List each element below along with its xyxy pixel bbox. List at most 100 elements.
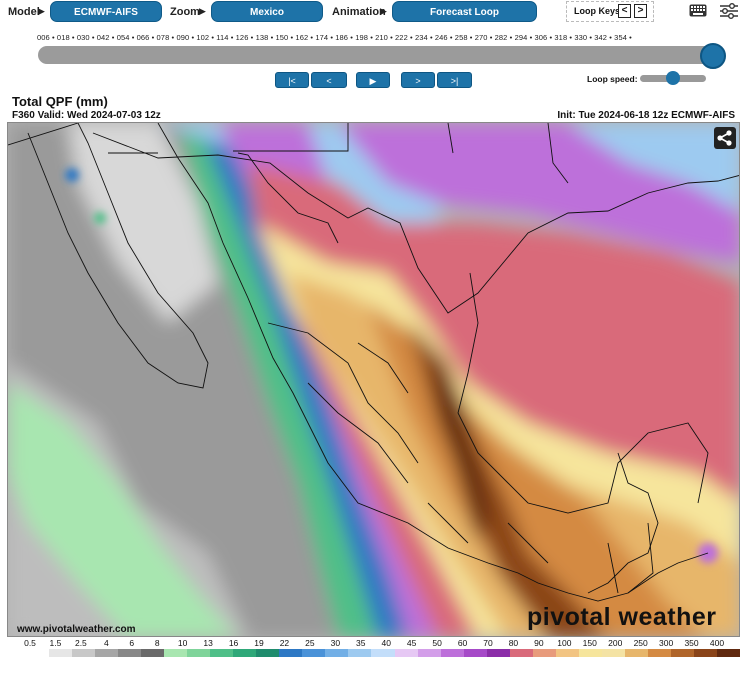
legend-swatch — [26, 649, 50, 657]
forecast-hour-tick[interactable]: 198 — [355, 33, 368, 42]
forecast-hour-tick[interactable]: 210 — [375, 33, 388, 42]
legend-label: 90 — [534, 638, 544, 648]
sliders-icon[interactable] — [719, 2, 739, 20]
legend-swatch — [187, 649, 211, 657]
forecast-hour-tick[interactable]: 042 — [97, 33, 110, 42]
forecast-hour-tick[interactable]: 318 — [554, 33, 567, 42]
legend-swatch — [141, 649, 165, 657]
init-time: Init: Tue 2024-06-18 12z ECMWF-AIFS — [557, 110, 735, 121]
tick-separator: • — [129, 33, 137, 42]
loop-speed-label: Loop speed: — [587, 74, 638, 84]
forecast-hour-tick[interactable]: 138 — [256, 33, 269, 42]
zoom-label: Zoom — [170, 6, 200, 18]
forecast-hour-tick[interactable]: 150 — [276, 33, 289, 42]
tick-separator: • — [268, 33, 276, 42]
forecast-hour-tick[interactable]: 174 — [315, 33, 328, 42]
last-frame-button[interactable]: >| — [437, 72, 472, 88]
loop-key-prev[interactable]: < — [618, 4, 631, 18]
watermark-logo: pivotal weather — [527, 603, 717, 631]
forecast-hour-ticks[interactable]: 006 • 018 • 030 • 042 • 054 • 066 • 078 … — [37, 33, 632, 42]
legend-label: 13 — [203, 638, 213, 648]
play-button[interactable]: ▶ — [356, 72, 390, 88]
forecast-hour-tick[interactable]: 234 — [415, 33, 428, 42]
first-frame-button[interactable]: |< — [275, 72, 309, 88]
loop-speed-slider-handle[interactable] — [666, 71, 680, 85]
forecast-hour-tick[interactable]: 006 — [37, 33, 50, 42]
forecast-hour-tick[interactable]: 186 — [335, 33, 348, 42]
website-link[interactable]: www.pivotalweather.com — [17, 624, 136, 635]
tick-separator: • — [467, 33, 475, 42]
legend-swatch — [509, 649, 533, 657]
forecast-hour-tick[interactable]: 126 — [236, 33, 249, 42]
legend-label: 19 — [254, 638, 264, 648]
forecast-hour-tick[interactable]: 294 — [515, 33, 528, 42]
legend-swatch — [210, 649, 234, 657]
forecast-hour-tick[interactable]: 282 — [495, 33, 508, 42]
forecast-hour-tick[interactable]: 102 — [196, 33, 209, 42]
forecast-hour-tick[interactable]: 342 — [594, 33, 607, 42]
animation-label: Animation — [332, 6, 386, 18]
forecast-hour-tick[interactable]: 030 — [77, 33, 90, 42]
forecast-hour-tick[interactable]: 078 — [157, 33, 170, 42]
model-label: Model — [8, 6, 40, 18]
prev-frame-button[interactable]: < — [311, 72, 347, 88]
legend-label: 1.5 — [49, 638, 62, 648]
share-button[interactable] — [714, 127, 736, 149]
legend-swatch — [72, 649, 96, 657]
forecast-hour-tick[interactable]: 222 — [395, 33, 408, 42]
forecast-hour-tick[interactable]: 054 — [117, 33, 130, 42]
next-frame-button[interactable]: > — [401, 72, 435, 88]
tick-separator: • — [407, 33, 415, 42]
forecast-hour-tick[interactable]: 270 — [475, 33, 488, 42]
model-select-button[interactable]: ECMWF-AIFS — [50, 1, 162, 22]
loop-keys-label: Loop Keys: — [574, 6, 624, 16]
legend-label: 35 — [356, 638, 366, 648]
legend-label: 25 — [305, 638, 315, 648]
legend-swatch — [693, 649, 717, 657]
legend-swatch — [256, 649, 280, 657]
tick-separator: • — [387, 33, 396, 42]
legend-swatch — [601, 649, 625, 657]
timeline-slider-handle[interactable] — [700, 43, 726, 69]
forecast-hour-tick[interactable]: 330 — [574, 33, 587, 42]
zoom-select-button[interactable]: Mexico — [211, 1, 323, 22]
legend-swatch — [647, 649, 671, 657]
loop-key-next[interactable]: > — [634, 4, 647, 18]
tick-separator: • — [507, 33, 515, 42]
tick-separator: • — [228, 33, 236, 42]
forecast-hour-tick[interactable]: 162 — [295, 33, 308, 42]
tick-separator: • — [248, 33, 256, 42]
tick-separator: • — [109, 33, 117, 42]
legend-swatch — [486, 649, 510, 657]
legend-label: 350 — [684, 638, 699, 648]
model-arrow-icon: ▶ — [38, 6, 45, 16]
legend-label: 16 — [228, 638, 239, 648]
timeline-slider-track[interactable] — [38, 46, 724, 64]
legend-swatch — [624, 649, 648, 657]
map-title: Total QPF (mm) — [12, 94, 108, 109]
legend-swatch — [95, 649, 119, 657]
forecast-hour-tick[interactable]: 246 — [435, 33, 448, 42]
legend-label: 200 — [608, 638, 623, 648]
tick-separator: • — [69, 33, 77, 42]
legend-label: 22 — [279, 638, 290, 648]
forecast-hour-tick[interactable]: 090 — [176, 33, 189, 42]
tick-separator: • — [89, 33, 97, 42]
forecast-hour-tick[interactable]: 018 — [57, 33, 70, 42]
animation-select-button[interactable]: Forecast Loop — [392, 1, 537, 22]
forecast-hour-tick[interactable]: 258 — [455, 33, 468, 42]
forecast-hour-tick[interactable]: 306 — [534, 33, 547, 42]
legend-label: 400 — [709, 638, 725, 648]
legend-swatch — [233, 649, 257, 657]
legend-label: 10 — [177, 638, 188, 648]
forecast-hour-tick[interactable]: 114 — [216, 33, 228, 42]
forecast-hour-tick[interactable]: 066 — [137, 33, 150, 42]
forecast-hour-tick[interactable]: 354 — [614, 33, 627, 42]
legend-swatch — [716, 649, 740, 657]
keyboard-icon[interactable] — [689, 4, 707, 17]
legend-label: 60 — [457, 638, 468, 648]
valid-time: F360 Valid: Wed 2024-07-03 12z — [12, 110, 161, 121]
legend-swatch — [463, 649, 487, 657]
loop-keys-panel: Loop Keys: < > — [566, 1, 654, 22]
legend-swatch — [49, 649, 73, 657]
